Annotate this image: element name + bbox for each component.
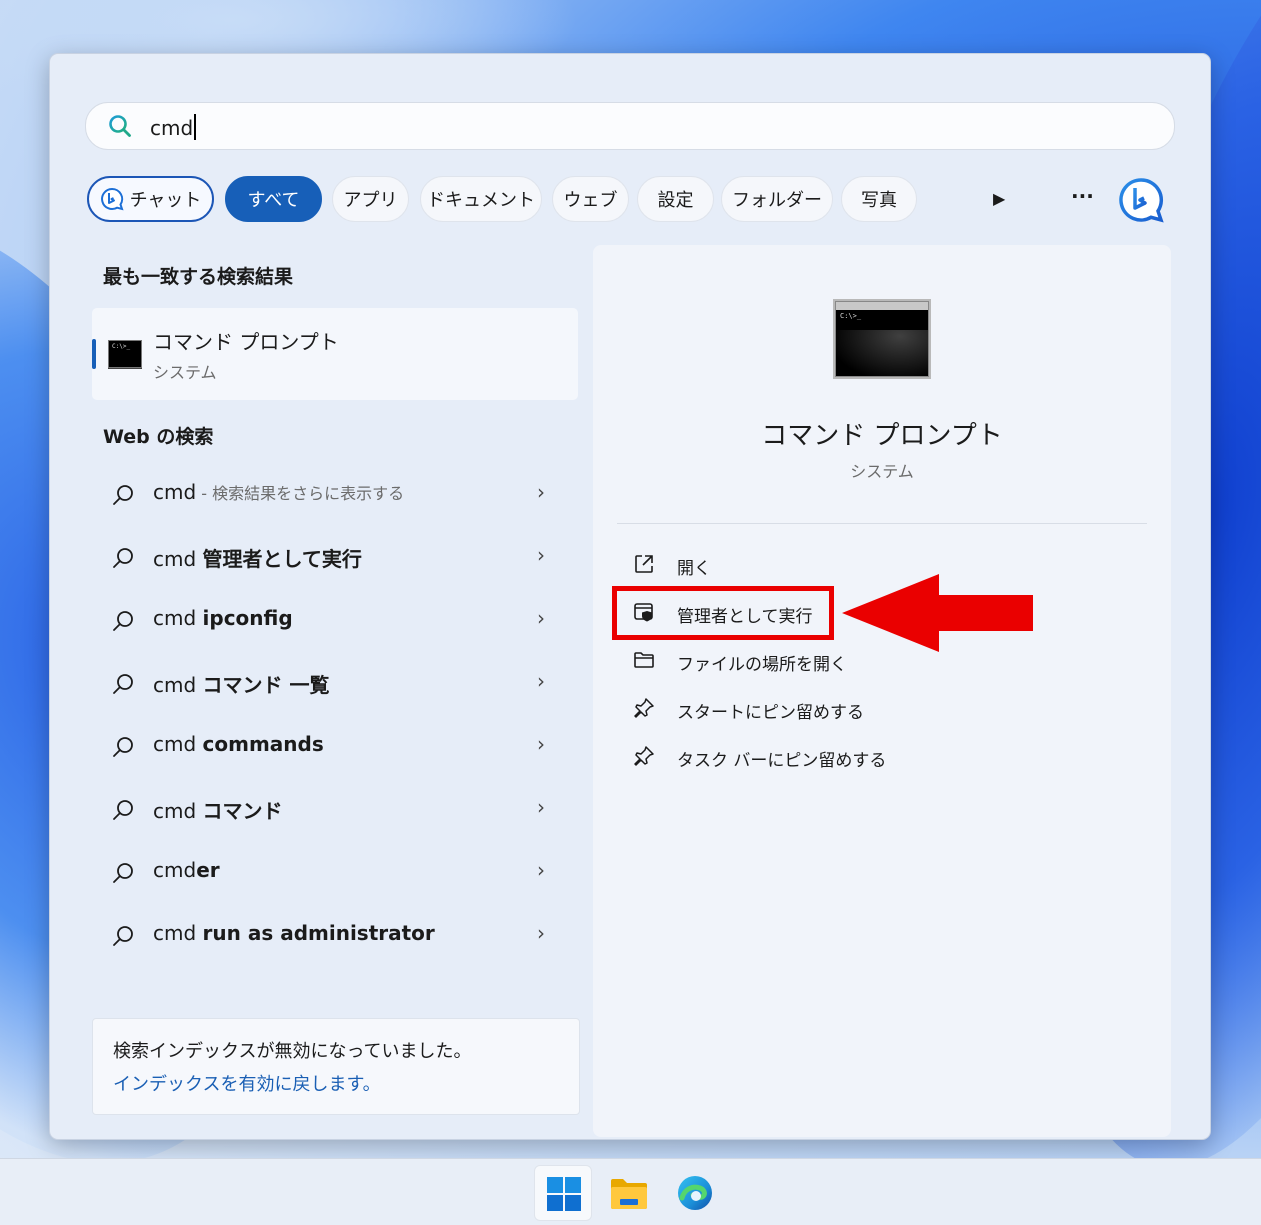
tab-documents[interactable]: ドキュメント [420,176,542,222]
best-match-heading: 最も一致する検索結果 [103,266,294,288]
search-icon [109,115,131,137]
web-result-4[interactable]: cmd commands › [92,718,578,774]
chevron-right-icon: › [537,858,545,882]
command-prompt-icon [108,340,142,368]
filter-bar: チャット すべて アプリ ドキュメント ウェブ 設定 フォルダー 写真 ▶ ··… [87,176,1177,226]
highlight-box [612,586,834,640]
tab-all[interactable]: すべて [225,176,322,222]
best-match-title: コマンド プロンプト [153,330,339,354]
action-pin-to-start[interactable]: スタートにピン留めする [633,689,1093,729]
file-explorer-icon [611,1179,647,1209]
detail-title: コマンド プロンプト [761,421,1003,451]
search-icon [113,737,133,757]
best-match-subtitle: システム [153,363,217,382]
chevron-right-icon: › [537,606,545,630]
web-result-0[interactable]: cmd - 検索結果をさらに表示する › [92,466,578,522]
action-pin-to-taskbar[interactable]: タスク バーにピン留めする [633,737,1093,777]
tab-settings[interactable]: 設定 [637,176,714,222]
tab-web[interactable]: ウェブ [552,176,629,222]
chat-button[interactable]: チャット [87,176,214,222]
divider [617,523,1147,524]
tab-apps[interactable]: アプリ [332,176,409,222]
search-icon [113,926,133,946]
search-icon [113,674,133,694]
search-icon [113,611,133,631]
pin-icon [634,746,654,766]
web-result-1[interactable]: cmd 管理者として実行 › [92,529,578,585]
open-external-icon [635,555,653,573]
selection-indicator [92,339,96,369]
index-notice-message: 検索インデックスが無効になっていました。 [113,1041,472,1062]
bing-icon[interactable] [1117,176,1165,224]
search-query-text: cmd [150,114,197,140]
start-button[interactable] [534,1165,592,1221]
web-result-7[interactable]: cmd run as administrator › [92,907,578,963]
web-result-2[interactable]: cmd ipconfig › [92,592,578,648]
web-result-5[interactable]: cmd コマンド › [92,781,578,837]
red-arrow-annotation [842,574,1033,652]
chevron-right-icon: › [537,669,545,693]
chat-label: チャット [129,190,202,211]
pin-icon [634,698,654,718]
edge-icon [678,1176,712,1210]
overflow-menu-button[interactable]: ··· [1071,184,1094,208]
detail-pane: C:\>_ コマンド プロンプト システム 開く 管理者として実行 ファイルの場… [593,245,1171,1137]
tab-folders[interactable]: フォルダー [721,176,833,222]
search-icon [113,548,133,568]
chevron-right-icon: › [537,921,545,945]
chevron-right-icon: › [537,543,545,567]
chevron-right-icon: › [537,732,545,756]
tab-photos[interactable]: 写真 [841,176,917,222]
chevron-right-icon: › [537,795,545,819]
folder-icon [634,652,654,668]
command-prompt-large-icon: C:\>_ [835,301,929,377]
chevron-right-icon: › [537,480,545,504]
search-input[interactable]: cmd [85,102,1175,150]
more-filters-button[interactable]: ▶ [993,189,1005,208]
file-explorer-button[interactable] [600,1165,658,1221]
edge-button[interactable] [666,1165,724,1221]
taskbar [0,1158,1261,1225]
web-search-heading: Web の検索 [103,426,214,448]
search-icon [113,485,133,505]
web-result-3[interactable]: cmd コマンド 一覧 › [92,655,578,711]
enable-index-link[interactable]: インデックスを有効に戻します。 [113,1070,381,1096]
search-icon [113,800,133,820]
index-notice: 検索インデックスが無効になっていました。 インデックスを有効に戻します。 [92,1018,580,1115]
detail-subtitle: システム [850,462,914,481]
search-icon [113,863,133,883]
start-icon [547,1177,581,1211]
bing-chat-icon [100,187,124,211]
best-match-item[interactable]: コマンド プロンプト システム [92,308,578,400]
web-result-6[interactable]: cmder › [92,844,578,900]
text-caret [194,114,197,140]
